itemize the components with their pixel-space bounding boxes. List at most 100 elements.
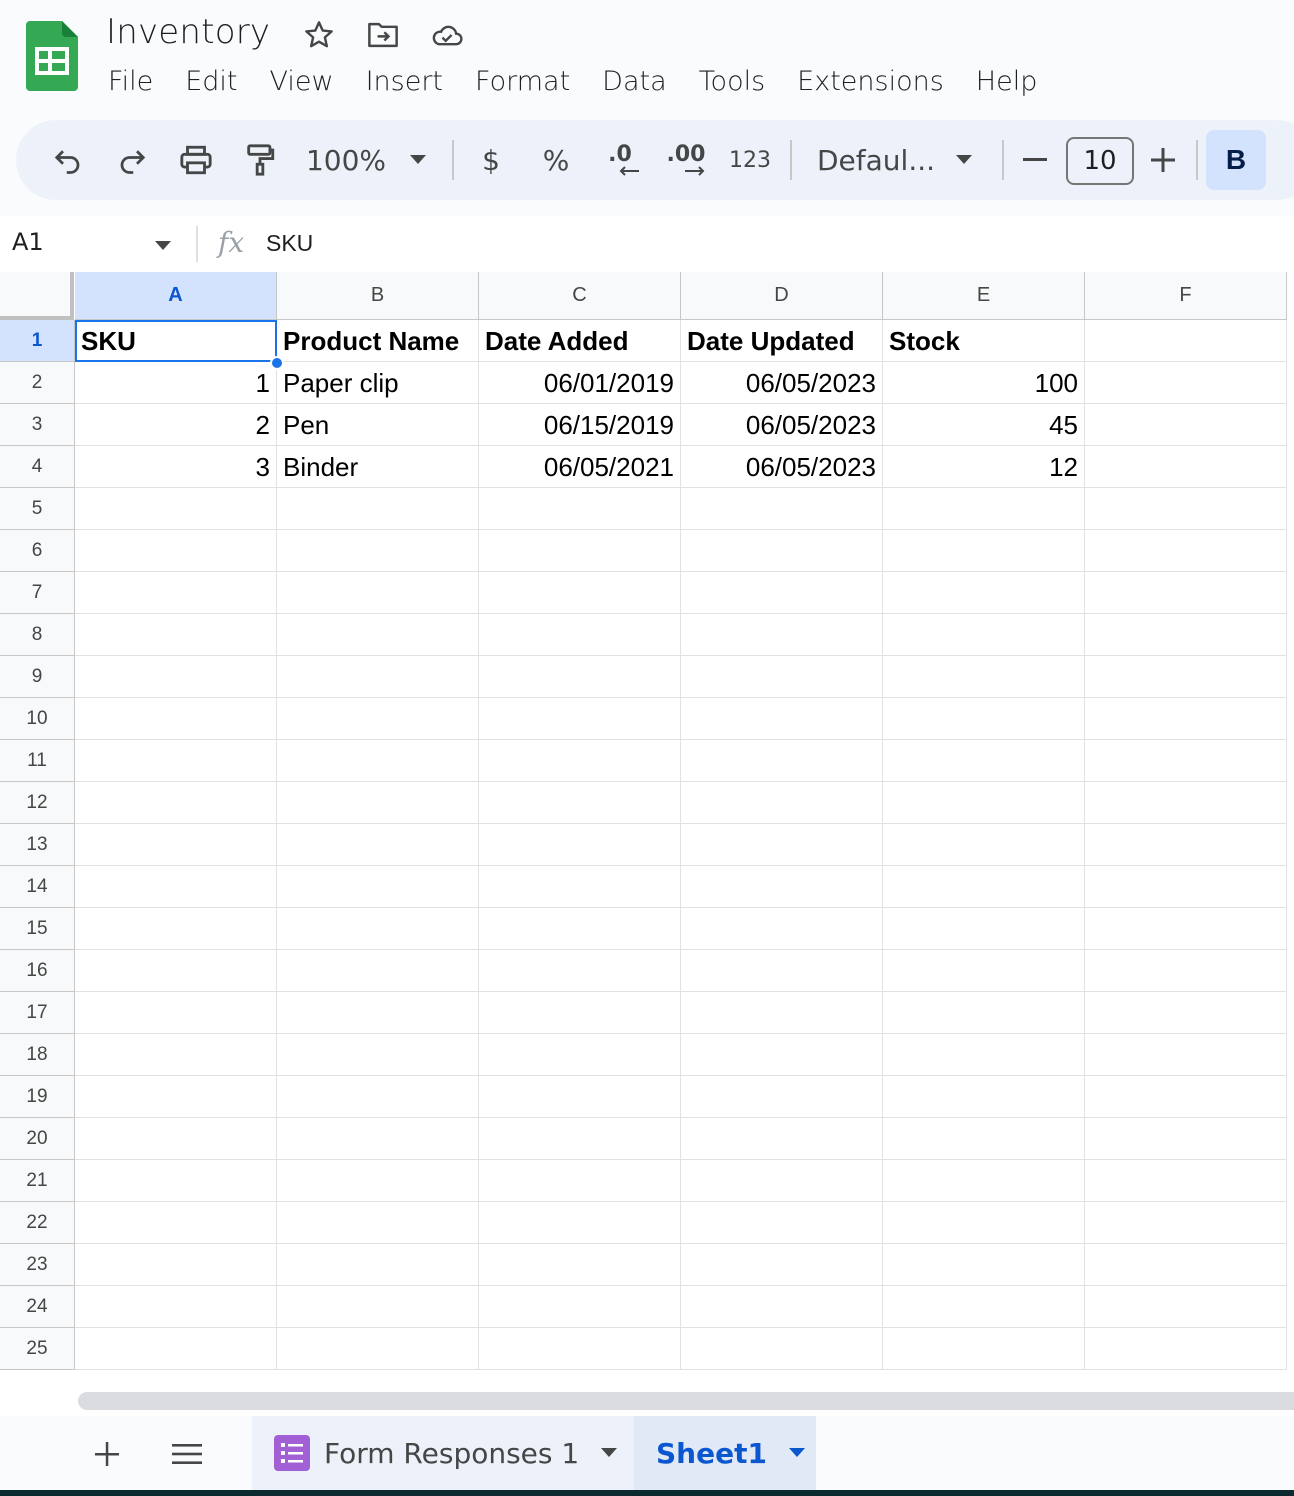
- row-header-10[interactable]: 10: [0, 698, 75, 740]
- cell-e22[interactable]: [883, 1202, 1085, 1244]
- cell-a18[interactable]: [75, 1034, 277, 1076]
- cell-a13[interactable]: [75, 824, 277, 866]
- cell-f2[interactable]: [1085, 362, 1287, 404]
- cell-e17[interactable]: [883, 992, 1085, 1034]
- cell-a24[interactable]: [75, 1286, 277, 1328]
- cell-d2[interactable]: 06/05/2023: [681, 362, 883, 404]
- cell-f25[interactable]: [1085, 1328, 1287, 1370]
- cell-e2[interactable]: 100: [883, 362, 1085, 404]
- cell-c3[interactable]: 06/15/2019: [479, 404, 681, 446]
- cell-b25[interactable]: [277, 1328, 479, 1370]
- cell-e15[interactable]: [883, 908, 1085, 950]
- row-header-1[interactable]: 1: [0, 320, 75, 362]
- cell-a8[interactable]: [75, 614, 277, 656]
- row-header-16[interactable]: 16: [0, 950, 75, 992]
- cell-f8[interactable]: [1085, 614, 1287, 656]
- zoom-select[interactable]: 100%: [306, 120, 386, 200]
- row-header-24[interactable]: 24: [0, 1286, 75, 1328]
- row-header-12[interactable]: 12: [0, 782, 75, 824]
- cell-f19[interactable]: [1085, 1076, 1287, 1118]
- cell-b1[interactable]: Product Name: [277, 320, 479, 362]
- row-header-22[interactable]: 22: [0, 1202, 75, 1244]
- row-header-18[interactable]: 18: [0, 1034, 75, 1076]
- cell-f21[interactable]: [1085, 1160, 1287, 1202]
- cell-e6[interactable]: [883, 530, 1085, 572]
- chevron-down-icon[interactable]: [601, 1448, 618, 1458]
- cell-b3[interactable]: Pen: [277, 404, 479, 446]
- cell-c6[interactable]: [479, 530, 681, 572]
- cell-f14[interactable]: [1085, 866, 1287, 908]
- row-header-14[interactable]: 14: [0, 866, 75, 908]
- cell-b7[interactable]: [277, 572, 479, 614]
- cell-a16[interactable]: [75, 950, 277, 992]
- cell-b11[interactable]: [277, 740, 479, 782]
- cell-a4[interactable]: 3: [75, 446, 277, 488]
- cell-a6[interactable]: [75, 530, 277, 572]
- cell-b23[interactable]: [277, 1244, 479, 1286]
- menu-insert[interactable]: Insert: [350, 62, 459, 101]
- cell-e19[interactable]: [883, 1076, 1085, 1118]
- cell-b16[interactable]: [277, 950, 479, 992]
- cell-d10[interactable]: [681, 698, 883, 740]
- menu-format[interactable]: Format: [459, 62, 586, 101]
- cell-f12[interactable]: [1085, 782, 1287, 824]
- cell-b19[interactable]: [277, 1076, 479, 1118]
- row-header-7[interactable]: 7: [0, 572, 75, 614]
- chevron-down-icon[interactable]: [788, 1448, 805, 1458]
- cell-d15[interactable]: [681, 908, 883, 950]
- sheet-tab-sheet1[interactable]: Sheet1: [634, 1416, 816, 1490]
- cell-e3[interactable]: 45: [883, 404, 1085, 446]
- column-header-c[interactable]: C: [479, 272, 681, 320]
- cell-a15[interactable]: [75, 908, 277, 950]
- cell-e11[interactable]: [883, 740, 1085, 782]
- cell-a11[interactable]: [75, 740, 277, 782]
- cell-f17[interactable]: [1085, 992, 1287, 1034]
- cell-b10[interactable]: [277, 698, 479, 740]
- row-header-5[interactable]: 5: [0, 488, 75, 530]
- cell-e23[interactable]: [883, 1244, 1085, 1286]
- cell-e1[interactable]: Stock: [883, 320, 1085, 362]
- cell-c14[interactable]: [479, 866, 681, 908]
- decrease-decimal-button[interactable]: .0: [600, 120, 640, 200]
- undo-icon[interactable]: [48, 120, 88, 200]
- cell-a22[interactable]: [75, 1202, 277, 1244]
- redo-icon[interactable]: [112, 120, 152, 200]
- cell-b17[interactable]: [277, 992, 479, 1034]
- row-header-21[interactable]: 21: [0, 1160, 75, 1202]
- cell-e20[interactable]: [883, 1118, 1085, 1160]
- column-header-a[interactable]: A: [75, 272, 277, 320]
- menu-extensions[interactable]: Extensions: [781, 62, 960, 101]
- cell-b6[interactable]: [277, 530, 479, 572]
- row-header-17[interactable]: 17: [0, 992, 75, 1034]
- cell-b22[interactable]: [277, 1202, 479, 1244]
- cell-c2[interactable]: 06/01/2019: [479, 362, 681, 404]
- font-size-input[interactable]: 10: [1066, 137, 1134, 185]
- row-header-4[interactable]: 4: [0, 446, 75, 488]
- cell-d13[interactable]: [681, 824, 883, 866]
- cell-d6[interactable]: [681, 530, 883, 572]
- cell-f24[interactable]: [1085, 1286, 1287, 1328]
- cell-d18[interactable]: [681, 1034, 883, 1076]
- cell-d19[interactable]: [681, 1076, 883, 1118]
- cell-d7[interactable]: [681, 572, 883, 614]
- cell-c21[interactable]: [479, 1160, 681, 1202]
- cell-b12[interactable]: [277, 782, 479, 824]
- cell-e24[interactable]: [883, 1286, 1085, 1328]
- cell-d16[interactable]: [681, 950, 883, 992]
- cell-e10[interactable]: [883, 698, 1085, 740]
- cell-c15[interactable]: [479, 908, 681, 950]
- menu-edit[interactable]: Edit: [169, 62, 253, 101]
- cell-d4[interactable]: 06/05/2023: [681, 446, 883, 488]
- cell-d5[interactable]: [681, 488, 883, 530]
- cell-c5[interactable]: [479, 488, 681, 530]
- cell-a3[interactable]: 2: [75, 404, 277, 446]
- cell-d17[interactable]: [681, 992, 883, 1034]
- cell-f18[interactable]: [1085, 1034, 1287, 1076]
- menu-data[interactable]: Data: [586, 62, 682, 101]
- cell-c25[interactable]: [479, 1328, 681, 1370]
- cell-b9[interactable]: [277, 656, 479, 698]
- cloud-saved-icon[interactable]: [430, 18, 464, 52]
- cell-d14[interactable]: [681, 866, 883, 908]
- cell-b8[interactable]: [277, 614, 479, 656]
- cell-c19[interactable]: [479, 1076, 681, 1118]
